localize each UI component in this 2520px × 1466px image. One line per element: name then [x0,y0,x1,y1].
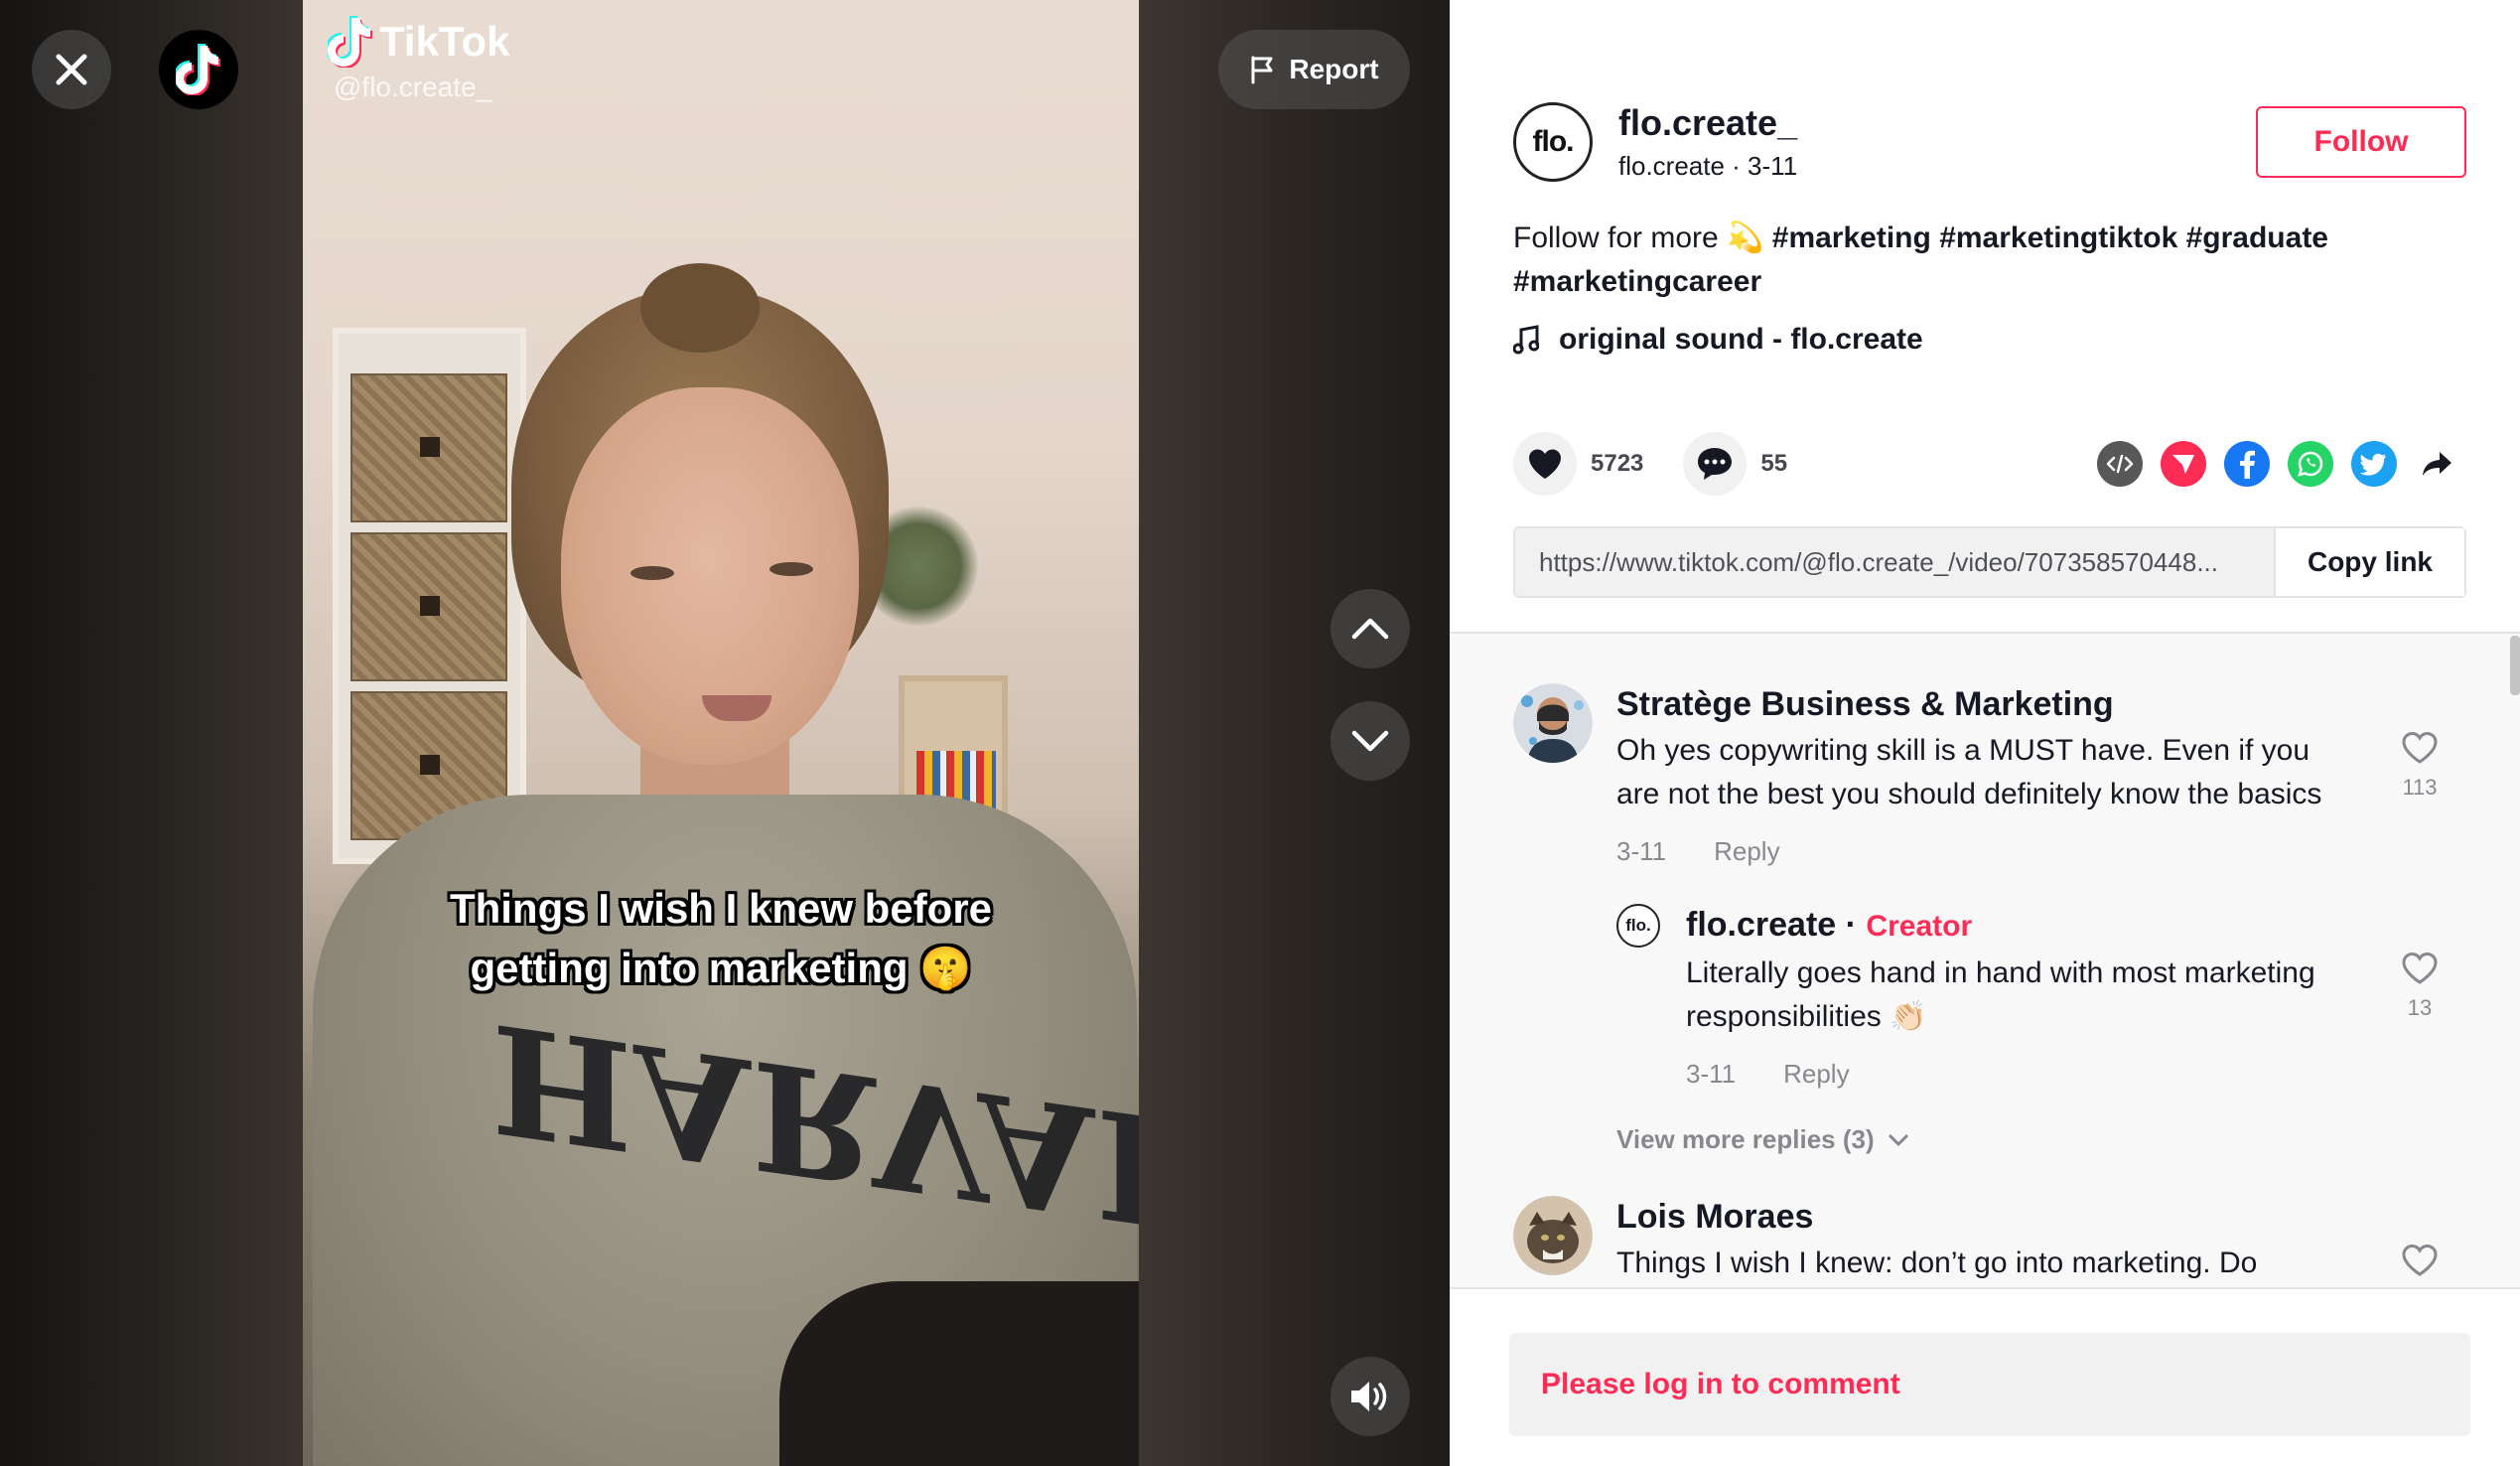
send-icon [2172,455,2194,474]
whatsapp-icon [2298,451,2323,477]
sound-link[interactable]: original sound - flo.create [1513,323,1923,357]
comment-text: Oh yes copywriting skill is a MUST have.… [1616,734,2322,810]
copy-link-button[interactable]: Copy link [2274,528,2464,596]
comment-action[interactable]: 55 [1683,432,1787,496]
close-icon [56,54,87,85]
comment-button[interactable] [1683,432,1748,496]
reply-button[interactable]: Reply [1714,836,1779,867]
blurred-background-left [0,0,303,1466]
comments-list[interactable]: Stratège Business & Marketing Oh yes cop… [1450,632,2520,1287]
tiktok-logo-icon [176,44,220,95]
creator-badge: Creator [1866,910,1973,943]
comment-like[interactable] [2401,1244,2439,1277]
view-more-replies[interactable]: View more replies (3) [1616,1124,1908,1155]
volume-button[interactable] [1330,1357,1410,1436]
volume-icon [1351,1382,1387,1411]
hashtag-link[interactable]: #marketing [1772,221,1931,254]
facebook-icon [2240,450,2255,479]
comment-text: Things I wish I knew: don’t go into mark… [1616,1246,2258,1279]
embed-icon [2106,454,2134,474]
video-player[interactable]: HARVARD Things I wish I knew before gett… [303,0,1139,1466]
reply-author-name[interactable]: flo.create [1686,906,1836,944]
heart-outline-icon[interactable] [2401,952,2439,985]
previous-video-button[interactable] [1330,589,1410,668]
hashtag-link[interactable]: #graduate [2186,221,2328,254]
flag-icon [1251,56,1273,84]
heart-outline-icon[interactable] [2401,1244,2439,1277]
author-info[interactable]: flo. flo.create_ flo.create · 3-11 [1513,101,1797,182]
chevron-down-icon [1889,1134,1908,1145]
share-arrow-icon [2423,452,2451,476]
heart-outline-icon[interactable] [2401,731,2439,765]
watermark-brand: TikTok [379,18,510,65]
comment-bubble-icon [1698,448,1733,480]
heart-icon [1529,449,1561,479]
report-button[interactable]: Report [1218,30,1410,109]
commenter-avatar[interactable] [1513,683,1593,763]
commenter-name[interactable]: Stratège Business & Marketing [1616,683,2321,725]
login-to-comment-button[interactable]: Please log in to comment [1509,1333,2470,1436]
comment-meta: 3-11 Reply [1616,836,2321,867]
comment-date: 3-11 [1616,836,1667,866]
send-button[interactable] [2161,441,2206,487]
comment-like[interactable]: 113 [2401,731,2439,801]
author-nickname-date: flo.create · 3-11 [1618,151,1798,181]
author-username[interactable]: flo.create_ [1618,101,1797,145]
video-description: Follow for more 💫 #marketing #marketingt… [1513,217,2407,304]
video-link-box: https://www.tiktok.com/@flo.create_/vide… [1513,526,2466,598]
commenter-avatar[interactable] [1513,1196,1593,1275]
watermark-username: @flo.create_ [334,72,492,102]
facebook-share-button[interactable] [2224,441,2270,487]
more-share-button[interactable] [2415,441,2460,487]
comment-item: Lois Moraes Things I wish I knew: don’t … [1513,1196,2257,1285]
like-button[interactable] [1513,432,1577,496]
twitter-icon [2360,453,2386,476]
next-video-button[interactable] [1330,701,1410,781]
author-avatar[interactable]: flo. [1513,101,1593,182]
tiktok-note-icon [328,16,372,68]
close-button[interactable] [32,30,111,109]
comment-item: Stratège Business & Marketing Oh yes cop… [1513,683,2321,867]
reply-text: Literally goes hand in hand with most ma… [1686,956,2315,1033]
details-panel: flo. flo.create_ flo.create · 3-11 Follo… [1450,0,2520,1466]
like-action[interactable]: 5723 [1513,432,1643,496]
chevron-down-icon [1351,730,1389,752]
description-text: Follow for more 💫 [1513,221,1764,254]
twitter-share-button[interactable] [2351,441,2397,487]
comment-footer: Please log in to comment [1450,1287,2520,1466]
tiktok-logo-button[interactable] [159,30,238,109]
tiktok-watermark: TikTok @flo.create_ [328,16,509,103]
engagement-actions: 5723 55 [1513,432,1827,496]
reply-author: flo.create · Creator [1686,906,1973,944]
comment-like-count: 113 [2402,775,2438,800]
reply-item: flo. flo.create · Creator Literally goes… [1616,904,2315,1090]
chevron-up-icon [1351,618,1389,640]
hashtag-link[interactable]: #marketingcareer [1513,265,1761,298]
follow-button[interactable]: Follow [2256,106,2466,178]
reply-button[interactable]: Reply [1783,1059,1849,1090]
whatsapp-share-button[interactable] [2288,441,2333,487]
music-note-icon [1513,325,1539,355]
reply-like[interactable]: 13 [2401,952,2439,1021]
comment-count: 55 [1760,450,1788,477]
creator-avatar[interactable]: flo. [1616,904,1660,948]
commenter-name[interactable]: Lois Moraes [1616,1196,2257,1238]
reply-date: 3-11 [1686,1059,1737,1089]
embed-button[interactable] [2097,441,2143,487]
reply-like-count: 13 [2407,995,2433,1020]
reply-meta: 3-11 Reply [1686,1059,2315,1090]
video-scene-shelf [333,328,526,864]
video-stage: HARVARD Things I wish I knew before gett… [0,0,1450,1466]
share-icons [2097,441,2460,487]
video-link-text[interactable]: https://www.tiktok.com/@flo.create_/vide… [1515,528,2274,596]
comments-scrollbar[interactable] [2510,636,2520,695]
hashtag-link[interactable]: #marketingtiktok [1939,221,2177,254]
like-count: 5723 [1591,450,1644,477]
